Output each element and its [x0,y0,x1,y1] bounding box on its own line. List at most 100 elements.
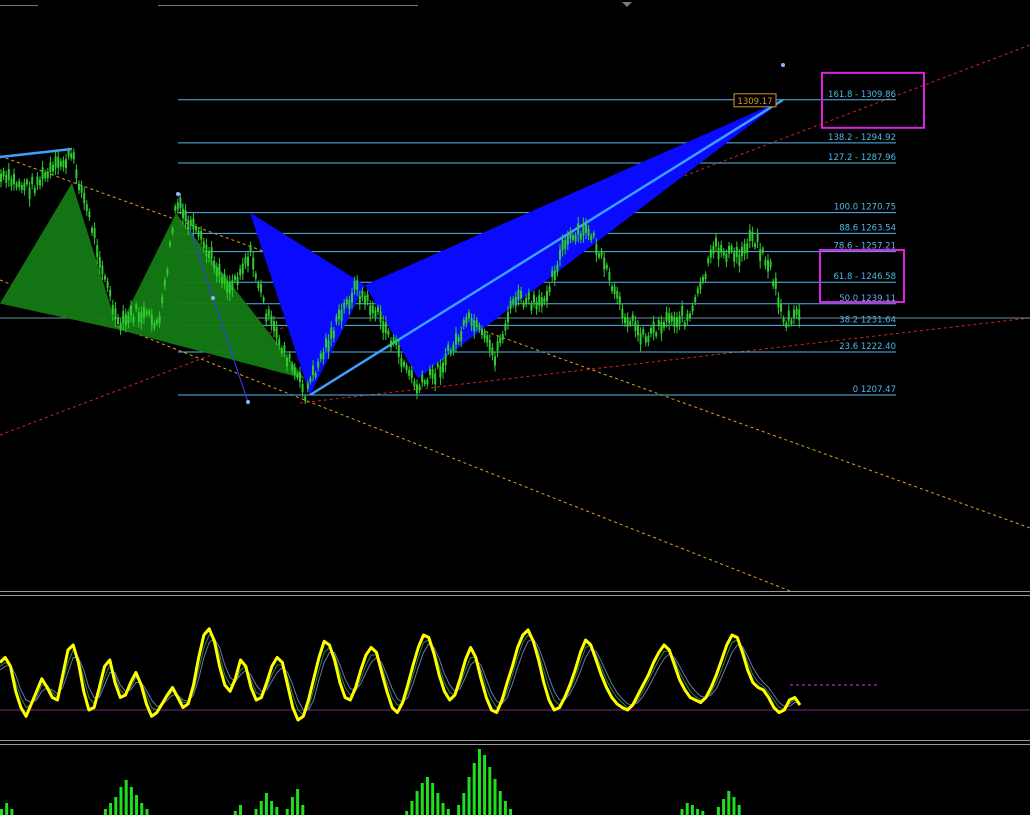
candle-body [46,171,49,178]
candle-body [738,254,741,266]
candle-body [795,308,798,316]
candle-body [299,372,301,382]
fib-level-label: 61.8 - 1246.58 [833,272,896,282]
candle-body [257,283,260,289]
candle-body [234,276,236,281]
volume-bar [415,791,419,815]
candle-body [761,248,764,253]
candle-body [137,312,140,322]
candle-body [54,156,57,168]
candle-body [62,160,65,168]
candle-body [798,309,801,321]
candle-body [5,174,8,183]
volume-bar [103,809,107,815]
candle-body [387,330,390,336]
candle-body [689,313,691,319]
candle-body [312,365,314,376]
candle-body [421,374,424,383]
candle-body [481,328,483,336]
candle-body [210,247,213,259]
candle-body [657,320,660,327]
candle-body [787,310,790,321]
candle-body [208,250,210,258]
candle-body [202,241,205,249]
candle-body [678,315,681,325]
candle-body [595,244,598,255]
candle-body [286,357,288,367]
candle-body [348,300,351,310]
candle-body [522,302,525,307]
price-chart-panel[interactable]: 161.8 - 1309.86 138.2 - 1294.92 127.2 - 12… [0,8,1030,591]
candle-body [291,364,294,371]
candle-body [413,381,416,387]
volume-bar [722,799,726,815]
volume-bar [436,793,440,815]
volume-bar [124,780,128,815]
candle-body [254,273,257,279]
candle-body [379,311,382,323]
candle-body [655,332,658,337]
candle-body [327,340,330,352]
candle-body [650,328,652,334]
candle-body [475,320,478,327]
stochastic-oscillator-panel[interactable] [0,595,1030,740]
volume-bar [410,801,414,815]
candle-body [184,210,187,222]
volume-histogram-panel[interactable] [0,745,1030,815]
toolbar-tab-2[interactable] [158,0,418,6]
candle-body [332,330,335,338]
candle-body [574,235,577,241]
candle-body [189,219,192,227]
candle-body [582,223,585,236]
candle-body [7,169,10,180]
candle-body [166,269,169,275]
candle-body [395,338,398,346]
candle-body [517,289,520,300]
volume-bar [498,791,502,815]
candle-body [296,373,299,378]
candle-body [377,307,379,312]
volume-bar [119,787,123,815]
candle-body [548,286,551,292]
candle-body [525,297,528,304]
candle-body [187,220,190,230]
candle-body [447,344,450,351]
candle-body [390,340,392,348]
candle-body [322,351,325,360]
candle-body [36,176,39,185]
candle-body [158,315,161,324]
volume-bar [431,783,435,815]
oscillator-svg [0,627,1030,722]
candle-body [15,183,18,188]
candle-body [52,164,54,172]
candle-body [691,305,694,312]
candle-body [694,297,697,303]
chart-window-top-edge [0,0,1030,8]
candle-body [699,281,702,290]
candle-body [145,310,148,315]
toolbar-tab-1[interactable] [0,0,38,6]
candle-body [429,368,431,375]
candle-body [319,353,322,359]
volume-bar [5,803,9,815]
pattern-pivot-dot [246,400,250,404]
oscillator-series-line [0,627,802,722]
candle-body [119,322,122,331]
candle-body [161,296,164,304]
volume-bar [457,805,461,815]
candle-body [465,317,468,324]
candle-body [2,170,5,177]
candle-body [249,245,252,252]
candle-body [416,384,418,394]
candle-body [439,365,442,378]
candle-body [23,182,26,191]
candle-body [600,250,603,256]
candle-body [785,322,788,328]
candle-body [384,322,387,334]
candle-body [556,264,559,272]
candle-body [652,321,655,333]
candle-body [397,345,400,357]
candle-body [605,264,608,269]
candle-body [520,290,522,299]
candle-body [707,258,710,264]
